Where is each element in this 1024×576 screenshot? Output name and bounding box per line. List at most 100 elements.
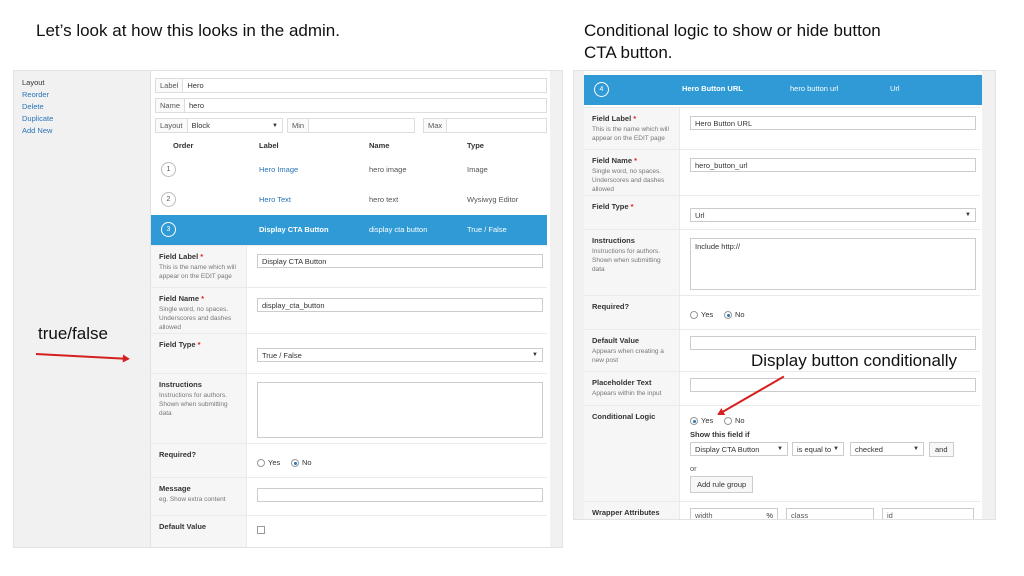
field-label-desc: This is the name which will appear on th… [159, 264, 236, 280]
truefalse-annotation: true/false [38, 324, 108, 343]
max-field[interactable]: Max [423, 118, 547, 133]
rule-operator-select[interactable]: is equal to ▼ [792, 442, 844, 456]
row-label[interactable]: Hero Image [259, 165, 298, 174]
row-label[interactable]: Display CTA Button [259, 225, 329, 234]
field-name-input[interactable]: hero_button_url [690, 158, 976, 172]
required-yes-radio[interactable]: Yes [257, 458, 280, 467]
field-label-row: Field Label * This is the name which wil… [151, 245, 547, 287]
required-title: Required? [592, 302, 630, 311]
field-type-select[interactable]: Url ▼ [690, 208, 976, 222]
menu-delete[interactable]: Delete [22, 101, 142, 113]
placeholder-input[interactable] [690, 378, 976, 392]
field-label-title-text: Field Label [592, 114, 632, 123]
conditional-no-radio[interactable]: No [724, 416, 745, 425]
required-asterisk: * [630, 202, 634, 211]
menu-add-new[interactable]: Add New [22, 125, 142, 137]
wrapper-attributes-row: Wrapper Attributes width % class id [584, 501, 980, 519]
field-name-title: Field Name * [159, 294, 238, 303]
rule-field-value: Display CTA Button [695, 444, 760, 454]
required-yes-radio[interactable]: Yes [690, 310, 713, 319]
row-label[interactable]: Hero Text [259, 195, 291, 204]
field-type-value: Url [695, 210, 705, 220]
instructions-title: Instructions [159, 380, 202, 389]
instructions-desc: Instructions for authors. Shown when sub… [592, 248, 661, 273]
instructions-row: Instructions Instructions for authors. S… [584, 229, 980, 295]
field-label-title-text: Field Label [159, 252, 199, 261]
order-badge: 2 [161, 192, 176, 207]
wrapper-width-input[interactable]: width % [690, 508, 778, 519]
field-label-cell: Field Label * This is the name which wil… [151, 246, 247, 287]
row-type: Wysiwyg Editor [467, 195, 519, 204]
instructions-row: Instructions Instructions for authors. S… [151, 373, 547, 443]
name-input[interactable]: hero [185, 101, 208, 110]
conditional-no-label: No [735, 416, 745, 425]
add-rule-group-button[interactable]: Add rule group [690, 476, 754, 493]
order-badge: 3 [161, 222, 176, 237]
instructions-cell: Instructions Instructions for authors. S… [151, 374, 247, 443]
and-button[interactable]: and [929, 442, 954, 457]
table-row[interactable]: 1 Hero Image hero image Image [151, 155, 547, 185]
display-conditional-annotation: Display button conditionally [751, 351, 958, 370]
field-type-value: True / False [262, 350, 302, 360]
table-row-active[interactable]: 4 Hero Button URL hero button url Url [584, 75, 982, 105]
table-row-active[interactable]: 3 Display CTA Button display cta button … [151, 215, 547, 245]
default-value-checkbox[interactable] [257, 526, 265, 534]
field-type-select[interactable]: True / False ▼ [257, 348, 543, 362]
wrapper-id-input[interactable]: id [882, 508, 974, 519]
message-cell: Message eg. Show extra content [151, 478, 247, 515]
field-label-input[interactable]: Display CTA Button [257, 254, 543, 268]
field-name-desc: Single word, no spaces. Underscores and … [592, 168, 665, 193]
default-value-input[interactable] [690, 336, 976, 350]
min-field[interactable]: Min [287, 118, 415, 133]
rule-field-select[interactable]: Display CTA Button ▼ [690, 442, 788, 456]
or-label: or [690, 464, 697, 473]
required-cell: Required? [151, 444, 247, 477]
chevron-down-icon: ▼ [777, 446, 783, 452]
radio-icon [257, 458, 265, 467]
menu-reorder[interactable]: Reorder [22, 89, 142, 101]
field-editor: 4 Hero Button URL hero button url Url Fi… [584, 71, 982, 519]
field-label-title: Field Label * [592, 114, 671, 123]
conditional-yes-radio[interactable]: Yes [690, 416, 713, 425]
chevron-down-icon: ▼ [965, 212, 971, 218]
menu-layout[interactable]: Layout [22, 77, 142, 89]
default-value-cell: Default Value [151, 516, 247, 547]
wrapper-attributes-title: Wrapper Attributes [592, 508, 660, 517]
instructions-textarea[interactable]: Include http:// [690, 238, 976, 290]
label-input[interactable]: Hero [183, 81, 207, 90]
field-name-title: Field Name * [592, 156, 671, 165]
field-type-title-text: Field Type [159, 340, 196, 349]
message-input[interactable] [257, 488, 543, 502]
row-label[interactable]: Hero Button URL [682, 84, 743, 93]
field-type-row: Field Type * Url ▼ [584, 195, 980, 229]
field-name-cell: Field Name * Single word, no spaces. Und… [584, 150, 680, 195]
order-badge: 4 [594, 82, 609, 97]
rule-value-select[interactable]: checked ▼ [850, 442, 924, 456]
col-type: Type [467, 141, 484, 150]
left-action-menu: Layout Reorder Delete Duplicate Add New [22, 77, 142, 137]
row-name: hero image [369, 165, 407, 174]
required-cell: Required? [584, 296, 680, 329]
radio-icon [724, 416, 732, 425]
field-type-title: Field Type * [592, 202, 671, 211]
required-no-radio[interactable]: No [724, 310, 745, 319]
field-name-input[interactable]: display_cta_button [257, 298, 543, 312]
rule-operator-value: is equal to [797, 444, 832, 454]
wrapper-class-input[interactable]: class [786, 508, 874, 519]
radio-selected-icon [291, 458, 299, 467]
placeholder-cell: Placeholder Text Appears within the inpu… [584, 372, 680, 405]
row-name: hero text [369, 195, 399, 204]
required-no-radio[interactable]: No [291, 458, 312, 467]
layout-select[interactable]: Layout Block ▼ [155, 118, 283, 133]
layout-label: Layout [156, 119, 188, 132]
menu-duplicate[interactable]: Duplicate [22, 113, 142, 125]
default-value-title: Default Value [592, 336, 640, 345]
instructions-textarea[interactable] [257, 382, 543, 438]
field-name-cell: Field Name * Single word, no spaces. Und… [151, 288, 247, 333]
message-title: Message [159, 484, 191, 493]
layout-value: Block [191, 121, 210, 130]
table-row[interactable]: 2 Hero Text hero text Wysiwyg Editor [151, 185, 547, 215]
field-label-input[interactable]: Hero Button URL [690, 116, 976, 130]
required-yes-label: Yes [268, 458, 281, 467]
left-caption: Let’s look at how this looks in the admi… [36, 21, 340, 40]
